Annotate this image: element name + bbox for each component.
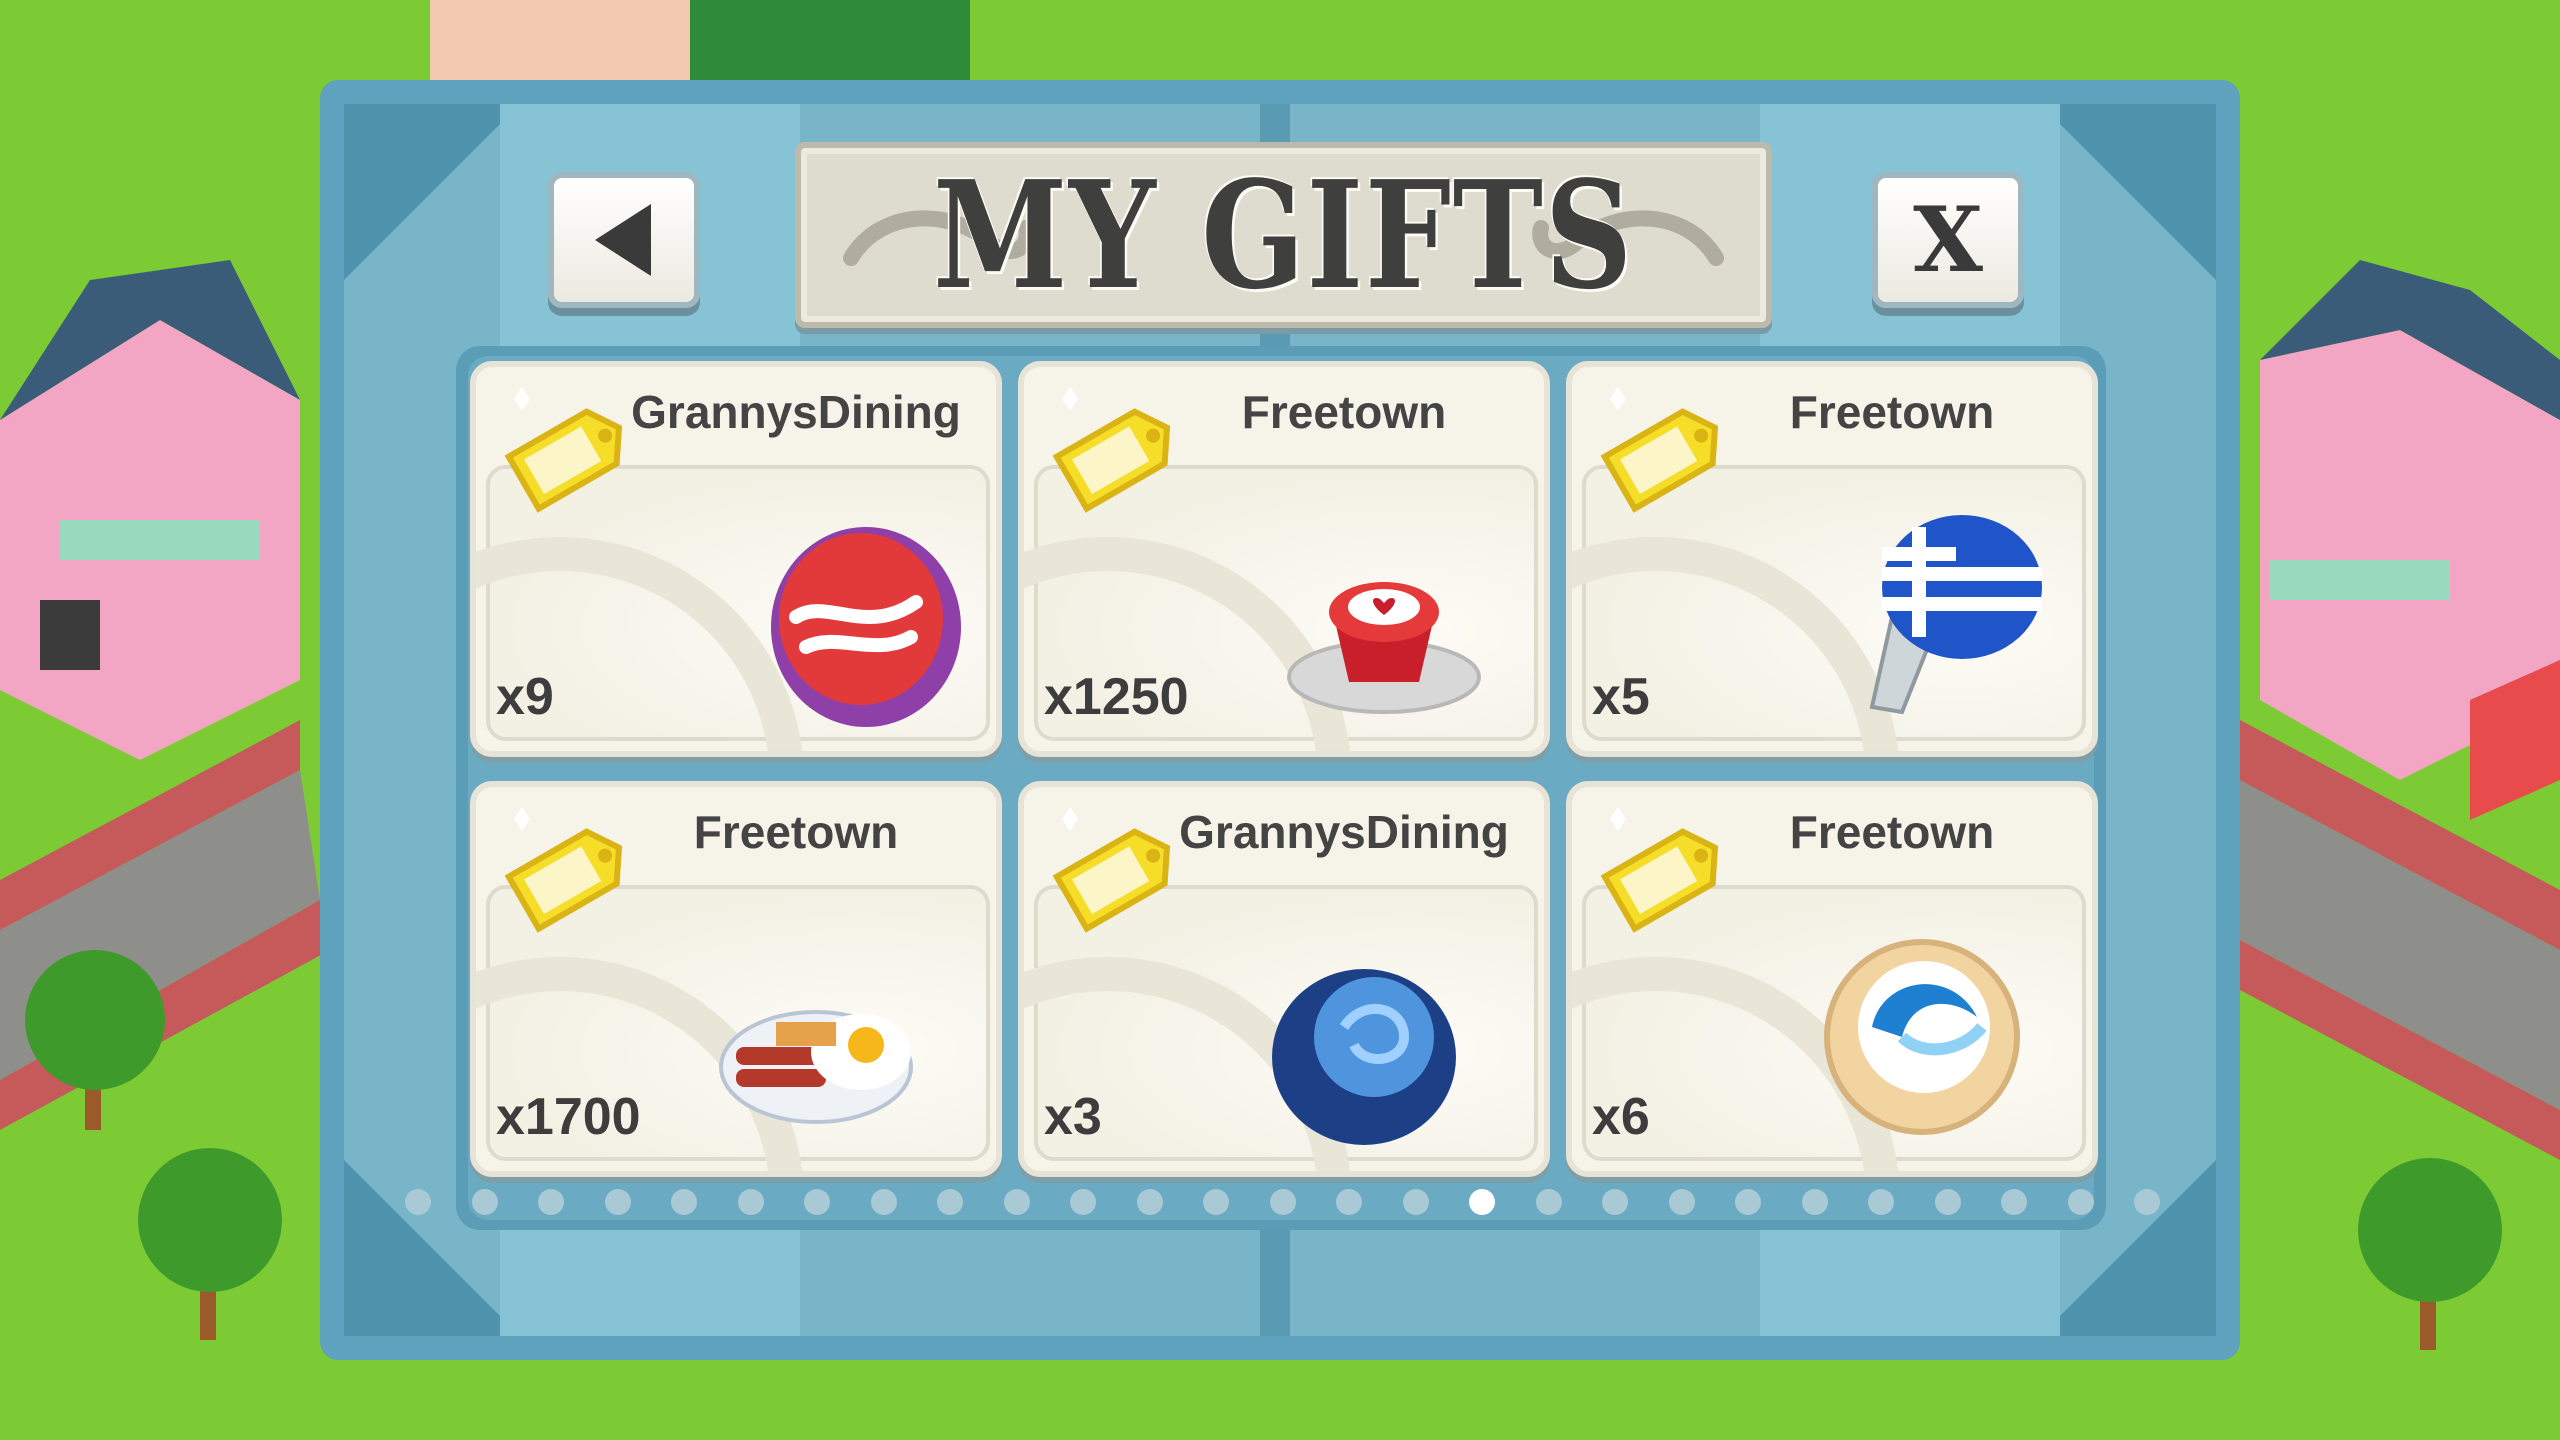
gift-card-2[interactable]: Freetown x1250 [1018, 361, 1550, 757]
page-dot[interactable] [1336, 1189, 1362, 1215]
page-dot[interactable] [870, 1189, 897, 1215]
gift-sender: Freetown [693, 806, 899, 858]
gift-sender: GrannysDining [1179, 806, 1509, 858]
page-dot[interactable] [1868, 1189, 1894, 1215]
page-dot[interactable] [1602, 1189, 1628, 1215]
gift-card-1[interactable]: GrannysDining x9 [470, 361, 1002, 757]
gift-sender: Freetown [1241, 386, 1447, 438]
blue-rose-cake-icon [1264, 927, 1524, 1157]
back-button[interactable] [548, 172, 700, 308]
page-dot[interactable] [1203, 1189, 1229, 1215]
page-dot[interactable] [1934, 1189, 1961, 1215]
heart-cupcake-icon [1264, 507, 1524, 737]
page-dot[interactable] [937, 1189, 963, 1215]
house-left-top [430, 0, 970, 80]
page-dot[interactable] [671, 1189, 697, 1215]
page-title: MY GIFTS [933, 148, 1634, 322]
gift-sender: Freetown [1789, 806, 1995, 858]
page-dot[interactable] [2001, 1189, 2027, 1215]
gift-card-4[interactable]: Freetown x1700 [470, 781, 1002, 1177]
page-dot[interactable] [405, 1189, 431, 1215]
page-dot[interactable] [1535, 1189, 1562, 1215]
gift-quantity: x3 [1044, 1088, 1102, 1146]
page-dot[interactable] [604, 1189, 631, 1215]
blue-swirl-tart-icon [1812, 927, 2072, 1157]
page-dot[interactable] [1070, 1189, 1096, 1215]
gift-quantity: x1700 [496, 1088, 641, 1146]
gift-card-3[interactable]: Freetown x5 [1566, 361, 2098, 757]
page-dot[interactable] [804, 1189, 830, 1215]
page-dot[interactable] [538, 1189, 564, 1215]
page-dot[interactable] [1402, 1189, 1429, 1215]
gifts-panel: MY GIFTS X GrannysDining x9 Freetown x12… [320, 80, 2240, 1360]
title-plate: MY GIFTS [795, 142, 1772, 328]
page-dot[interactable] [737, 1189, 764, 1215]
red-velvet-cake-icon [716, 507, 976, 737]
page-dot[interactable] [1801, 1189, 1828, 1215]
page-dot[interactable] [2067, 1189, 2094, 1215]
gift-card-6[interactable]: Freetown x6 [1566, 781, 2098, 1177]
page-dot[interactable] [1003, 1189, 1030, 1215]
close-button[interactable]: X [1872, 172, 2024, 308]
page-dot[interactable] [1668, 1189, 1695, 1215]
page-dot-active[interactable] [1469, 1189, 1495, 1215]
page-dot[interactable] [1136, 1189, 1163, 1215]
gift-quantity: x6 [1592, 1088, 1650, 1146]
greek-flag-faucet-icon [1812, 507, 2072, 737]
gift-quantity: x5 [1592, 668, 1650, 726]
triangle-left-icon [595, 204, 651, 276]
page-dot[interactable] [1269, 1189, 1296, 1215]
close-icon: X [1913, 187, 1983, 293]
gift-sender: Freetown [1789, 386, 1995, 438]
gift-sender: GrannysDining [631, 386, 961, 438]
gift-quantity: x1250 [1044, 668, 1189, 726]
page-dot[interactable] [2134, 1189, 2160, 1215]
gift-card-5[interactable]: GrannysDining x3 [1018, 781, 1550, 1177]
gift-quantity: x9 [496, 668, 554, 726]
bacon-eggs-waffle-icon [716, 927, 976, 1157]
page-dot[interactable] [1735, 1189, 1761, 1215]
page-dot[interactable] [471, 1189, 498, 1215]
